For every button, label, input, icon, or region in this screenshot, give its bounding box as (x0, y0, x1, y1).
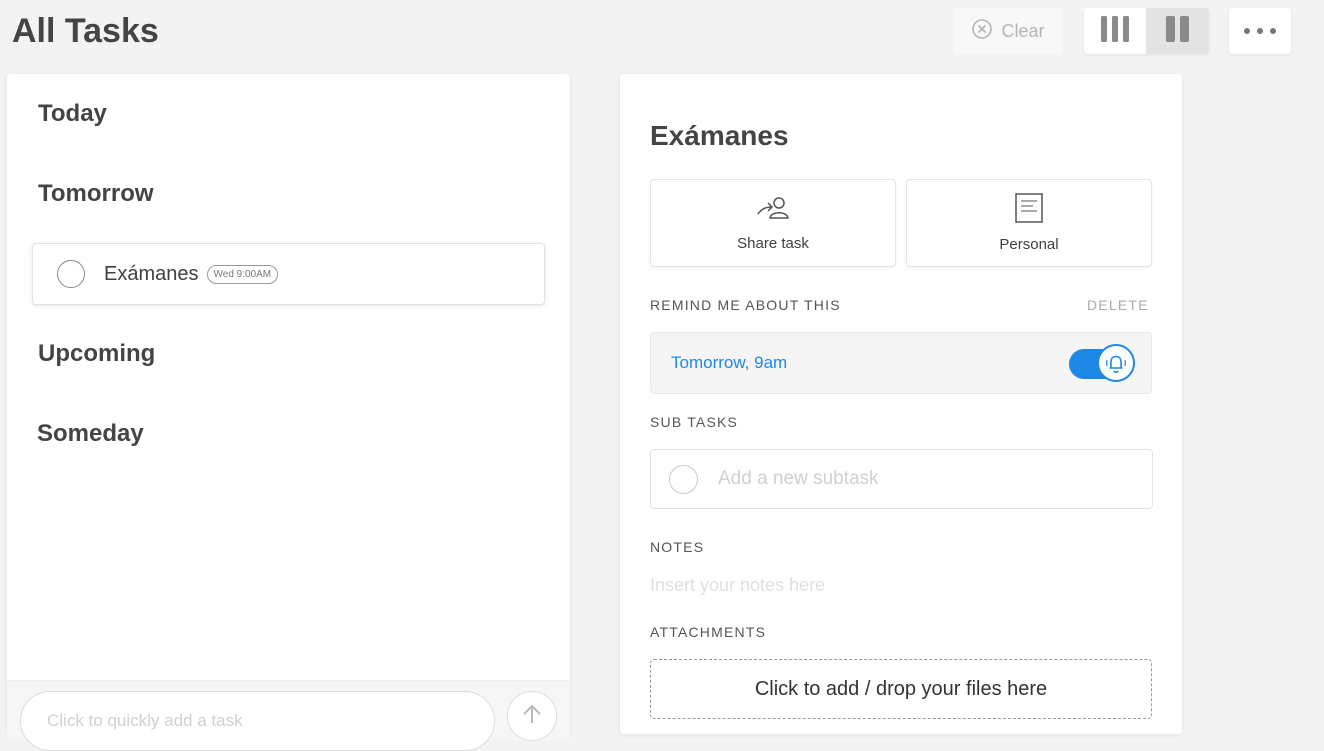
delete-reminder-link[interactable]: DELETE (1087, 297, 1149, 313)
attachments-dropzone[interactable]: Click to add / drop your files here (650, 659, 1152, 719)
subtasks-section-label: SUB TASKS (650, 414, 739, 430)
notes-input[interactable] (650, 572, 1150, 598)
clear-button[interactable]: Clear (954, 8, 1062, 54)
section-today[interactable]: Today (38, 100, 107, 128)
section-someday[interactable]: Someday (37, 420, 144, 448)
attachments-prompt: Click to add / drop your files here (754, 677, 1048, 700)
list-selector-button[interactable]: Personal (906, 179, 1152, 267)
new-subtask-row (650, 449, 1153, 509)
reminder-value[interactable]: Tomorrow, 9am (671, 353, 787, 373)
two-column-view-button[interactable] (1146, 8, 1209, 54)
notes-section-label: NOTES (650, 539, 705, 555)
quick-add-submit-button[interactable] (507, 691, 557, 741)
list-icon (1015, 193, 1043, 228)
more-icon (1243, 22, 1277, 40)
subtask-checkbox[interactable] (669, 464, 698, 494)
clear-icon (971, 18, 993, 45)
quick-add-bar (7, 680, 570, 751)
reminder-toggle[interactable] (1069, 344, 1135, 382)
task-name: Exámanes (104, 262, 199, 285)
share-task-label: Share task (737, 235, 809, 252)
clear-label: Clear (1001, 20, 1045, 41)
section-upcoming[interactable]: Upcoming (38, 340, 155, 368)
section-tomorrow[interactable]: Tomorrow (38, 180, 154, 208)
three-column-icon (1099, 15, 1131, 48)
share-icon (755, 194, 791, 227)
arrow-up-icon (521, 703, 543, 730)
quick-add-input[interactable] (20, 691, 495, 751)
bell-icon (1097, 344, 1135, 382)
page-title: All Tasks (12, 12, 159, 50)
remind-section-label: REMIND ME ABOUT THIS (650, 297, 841, 313)
share-task-button[interactable]: Share task (650, 179, 896, 267)
task-detail-title[interactable]: Exámanes (650, 120, 789, 152)
attachments-section-label: ATTACHMENTS (650, 624, 767, 640)
three-column-view-button[interactable] (1084, 8, 1146, 54)
list-label: Personal (999, 236, 1059, 253)
more-options-button[interactable] (1229, 8, 1291, 54)
task-due-badge: Wed 9:00AM (206, 264, 279, 284)
task-detail-panel: Exámanes Share task Personal REMIND ME A… (620, 74, 1182, 734)
new-subtask-input[interactable] (718, 468, 1138, 490)
task-list-panel: Today Tomorrow Exámanes Wed 9:00AM Upcom… (7, 74, 570, 751)
task-complete-checkbox[interactable] (57, 260, 85, 288)
view-toggle (1084, 8, 1209, 54)
reminder-row: Tomorrow, 9am (650, 332, 1152, 394)
two-column-icon (1164, 15, 1192, 48)
task-item[interactable]: Exámanes Wed 9:00AM (32, 243, 545, 305)
